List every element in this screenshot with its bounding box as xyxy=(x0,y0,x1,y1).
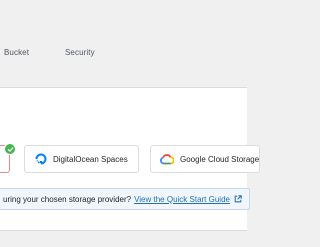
checkmark-icon xyxy=(4,143,16,155)
wizard-steps: Bucket Security xyxy=(0,45,247,61)
notice-text: uring your chosen storage provider? xyxy=(3,194,132,204)
header-area xyxy=(0,0,247,86)
provider-panel: DigitalOcean Spaces Google Cloud Storage… xyxy=(0,87,260,231)
provider-card-google-cloud[interactable]: Google Cloud Storage xyxy=(150,145,260,173)
digitalocean-icon xyxy=(35,153,47,165)
external-link-icon[interactable] xyxy=(234,195,242,203)
provider-name: Google Cloud Storage xyxy=(180,154,260,164)
quick-start-guide-link[interactable]: View the Quick Start Guide xyxy=(134,195,230,204)
step-bucket[interactable]: Bucket xyxy=(4,48,29,57)
provider-name: DigitalOcean Spaces xyxy=(53,154,128,164)
quick-start-notice: uring your chosen storage provider? View… xyxy=(0,188,250,210)
google-cloud-icon xyxy=(160,153,174,165)
step-security[interactable]: Security xyxy=(65,48,95,57)
provider-card-digitalocean[interactable]: DigitalOcean Spaces xyxy=(24,145,139,173)
